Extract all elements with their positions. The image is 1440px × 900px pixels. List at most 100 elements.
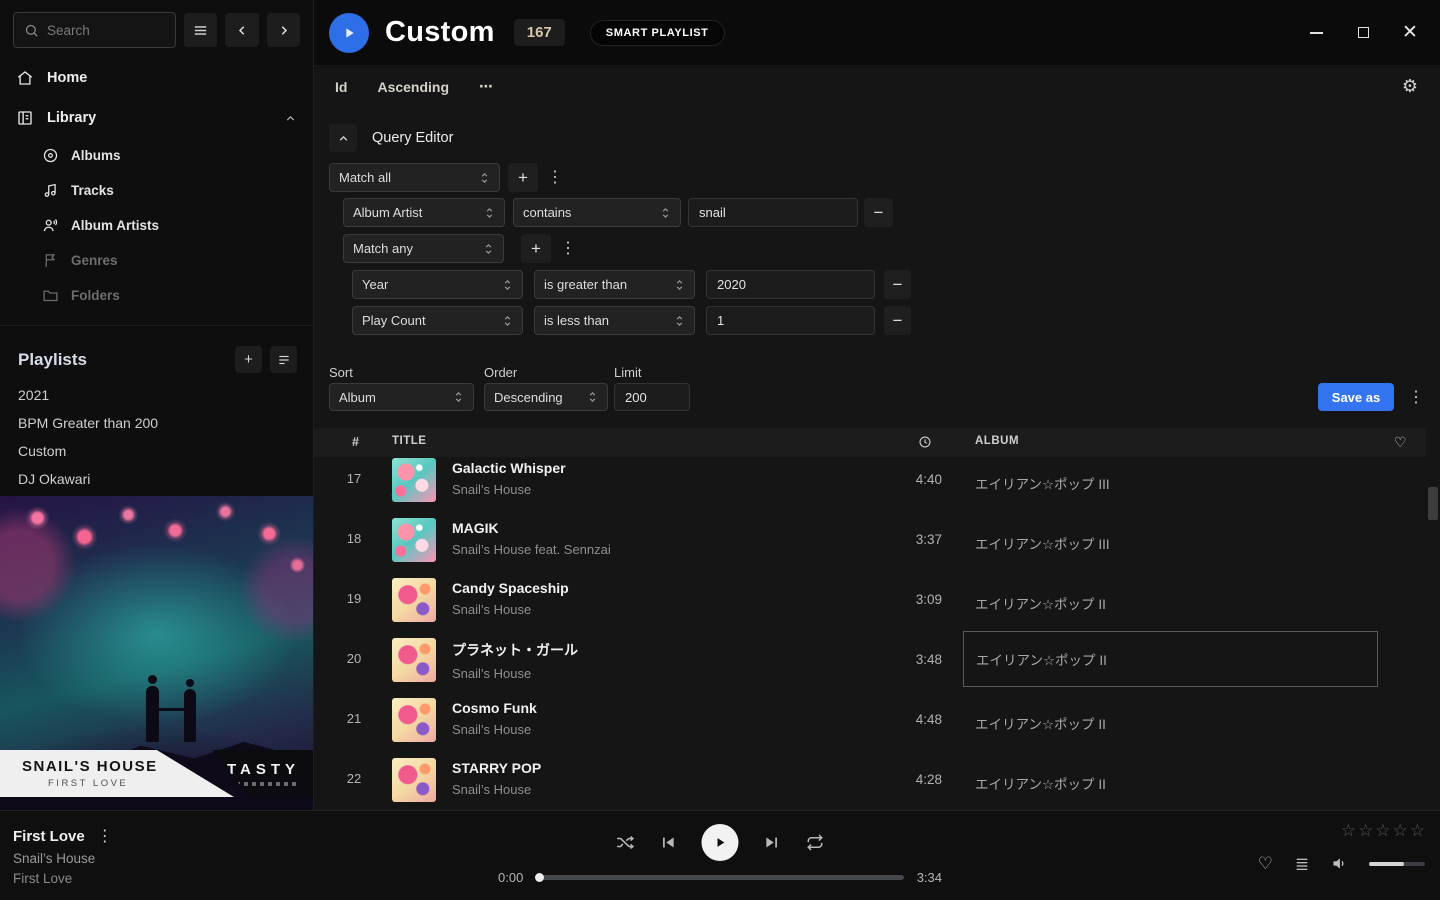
playlist-item[interactable]: BPM Greater than 200 xyxy=(0,409,313,437)
select-arrows-icon xyxy=(674,278,685,292)
sidebar-item-home[interactable]: Home xyxy=(0,58,313,98)
column-title[interactable]: TITLE xyxy=(392,435,426,447)
seek-slider[interactable] xyxy=(536,875,903,880)
sidebar-item-genres[interactable]: Genres xyxy=(0,243,313,278)
order-select[interactable]: Descending xyxy=(484,383,608,411)
track-row[interactable]: 17 Galactic WhisperSnail’s House 4:40 エイ… xyxy=(314,450,1426,510)
limit-input[interactable] xyxy=(614,383,690,411)
favorite-column-heart-icon[interactable]: ♡ xyxy=(1394,434,1407,451)
now-playing-album-art[interactable]: SNAIL'S HOUSE FIRST LOVE TASTY xyxy=(0,496,313,810)
library-label: Library xyxy=(47,110,96,126)
volume-icon[interactable] xyxy=(1331,855,1348,872)
more-options-button[interactable]: ⋯ xyxy=(479,78,493,95)
chevron-up-icon xyxy=(284,112,297,125)
track-title: プラネット・ガール xyxy=(452,640,851,660)
sidebar-topbar xyxy=(0,0,313,58)
rule-field-select[interactable]: Album Artist xyxy=(343,198,505,227)
match-type-select[interactable]: Match any xyxy=(343,234,504,263)
track-row[interactable]: 22 STARRY POPSnail’s House 4:28 エイリアン☆ポッ… xyxy=(314,750,1426,810)
playlist-item[interactable]: 2021 xyxy=(0,381,313,409)
track-row[interactable]: 21 Cosmo FunkSnail’s House 4:48 エイリアン☆ポッ… xyxy=(314,690,1426,750)
star-icon[interactable]: ☆ xyxy=(1393,821,1408,841)
query-editor-collapse-button[interactable] xyxy=(329,124,357,152)
now-playing-options-button[interactable]: ⋮ xyxy=(97,826,113,846)
rule-operator-select[interactable]: is greater than xyxy=(534,270,695,299)
maximize-button[interactable] xyxy=(1355,25,1371,41)
save-as-button[interactable]: Save as xyxy=(1318,383,1394,411)
playlist-view-button[interactable] xyxy=(270,346,297,373)
previous-button[interactable] xyxy=(660,834,677,851)
play-playlist-button[interactable] xyxy=(329,13,369,53)
add-playlist-button[interactable]: + xyxy=(235,346,262,373)
playlist-item[interactable]: DJ Okawari xyxy=(0,465,313,493)
star-icon[interactable]: ☆ xyxy=(1341,821,1356,841)
track-album-focused-cell[interactable]: エイリアン☆ポップ II xyxy=(963,631,1378,687)
sidebar-item-library[interactable]: Library xyxy=(0,98,313,138)
track-row[interactable]: 18 MAGIKSnail’s House feat. Sennzai 3:37… xyxy=(314,510,1426,570)
sidebar-item-album-artists[interactable]: Album Artists xyxy=(0,208,313,243)
volume-slider[interactable] xyxy=(1369,862,1425,866)
search-box[interactable] xyxy=(13,12,176,48)
track-cover-art xyxy=(392,578,436,622)
add-rule-button[interactable]: + xyxy=(521,234,551,263)
sidebar-item-tracks[interactable]: Tracks xyxy=(0,173,313,208)
sort-direction-button[interactable]: Ascending xyxy=(377,79,449,95)
star-icon[interactable]: ☆ xyxy=(1358,821,1373,841)
rule-value-input[interactable] xyxy=(706,306,875,335)
playlist-item[interactable]: Custom xyxy=(0,437,313,465)
gear-icon[interactable]: ⚙ xyxy=(1402,76,1418,97)
sort-label: Sort xyxy=(329,365,353,380)
play-pause-button[interactable] xyxy=(702,824,739,861)
now-playing-artist[interactable]: Snail’s House xyxy=(13,851,113,866)
rule-value-input[interactable] xyxy=(688,198,858,227)
now-playing-album[interactable]: First Love xyxy=(13,871,113,886)
repeat-button[interactable] xyxy=(806,833,825,852)
genres-label: Genres xyxy=(71,253,118,268)
rule-operator-select[interactable]: is less than xyxy=(534,306,695,335)
column-album[interactable]: ALBUM xyxy=(975,435,1019,447)
rule-field-select[interactable]: Play Count xyxy=(352,306,523,335)
playlists-title: Playlists xyxy=(18,350,227,370)
group-options-button[interactable]: ⋮ xyxy=(560,238,576,258)
star-icon[interactable]: ☆ xyxy=(1410,821,1425,841)
minimize-button[interactable] xyxy=(1308,25,1324,41)
rule-operator-select[interactable]: contains xyxy=(513,198,681,227)
column-index[interactable]: # xyxy=(352,435,359,449)
album-art-figure xyxy=(158,708,185,711)
seek-knob[interactable] xyxy=(535,873,544,882)
sort-field-button[interactable]: Id xyxy=(335,79,347,95)
track-number: 20 xyxy=(330,651,378,666)
track-row[interactable]: 19 Candy SpaceshipSnail’s House 3:09 エイリ… xyxy=(314,570,1426,630)
close-button[interactable]: ✕ xyxy=(1402,25,1418,41)
sort-select[interactable]: Album xyxy=(329,383,474,411)
match-type-select[interactable]: Match all xyxy=(329,163,500,192)
rule-field-select[interactable]: Year xyxy=(352,270,523,299)
back-button[interactable] xyxy=(225,13,258,47)
scrollbar-thumb[interactable] xyxy=(1428,487,1438,520)
album-art-figure xyxy=(184,689,196,742)
shuffle-button[interactable] xyxy=(616,833,635,852)
group-options-button[interactable]: ⋮ xyxy=(547,167,563,187)
close-icon: ✕ xyxy=(1402,23,1418,42)
star-icon[interactable]: ☆ xyxy=(1375,821,1390,841)
add-rule-button[interactable]: + xyxy=(508,163,538,192)
search-input[interactable] xyxy=(47,23,157,38)
forward-button[interactable] xyxy=(267,13,300,47)
sidebar-item-albums[interactable]: Albums xyxy=(0,138,313,173)
favorite-heart-icon[interactable]: ♡ xyxy=(1258,855,1273,872)
sidebar-item-folders[interactable]: Folders xyxy=(0,278,313,313)
track-row[interactable]: 20 プラネット・ガールSnail’s House 3:48 エイリアン☆ポップ… xyxy=(314,630,1426,690)
menu-button[interactable] xyxy=(184,13,217,47)
rule-value-input[interactable] xyxy=(706,270,875,299)
remove-rule-button[interactable]: − xyxy=(884,270,911,299)
next-button[interactable] xyxy=(764,834,781,851)
query-options-button[interactable]: ⋮ xyxy=(1408,387,1424,407)
remove-rule-button[interactable]: − xyxy=(884,306,911,335)
list-icon xyxy=(277,353,291,367)
queue-icon[interactable] xyxy=(1294,856,1310,872)
now-playing-title[interactable]: First Love xyxy=(13,828,85,845)
window-controls: ✕ xyxy=(1308,25,1418,41)
page-title: Custom xyxy=(385,16,495,49)
track-title: STARRY POP xyxy=(452,760,851,776)
remove-rule-button[interactable]: − xyxy=(864,198,893,227)
